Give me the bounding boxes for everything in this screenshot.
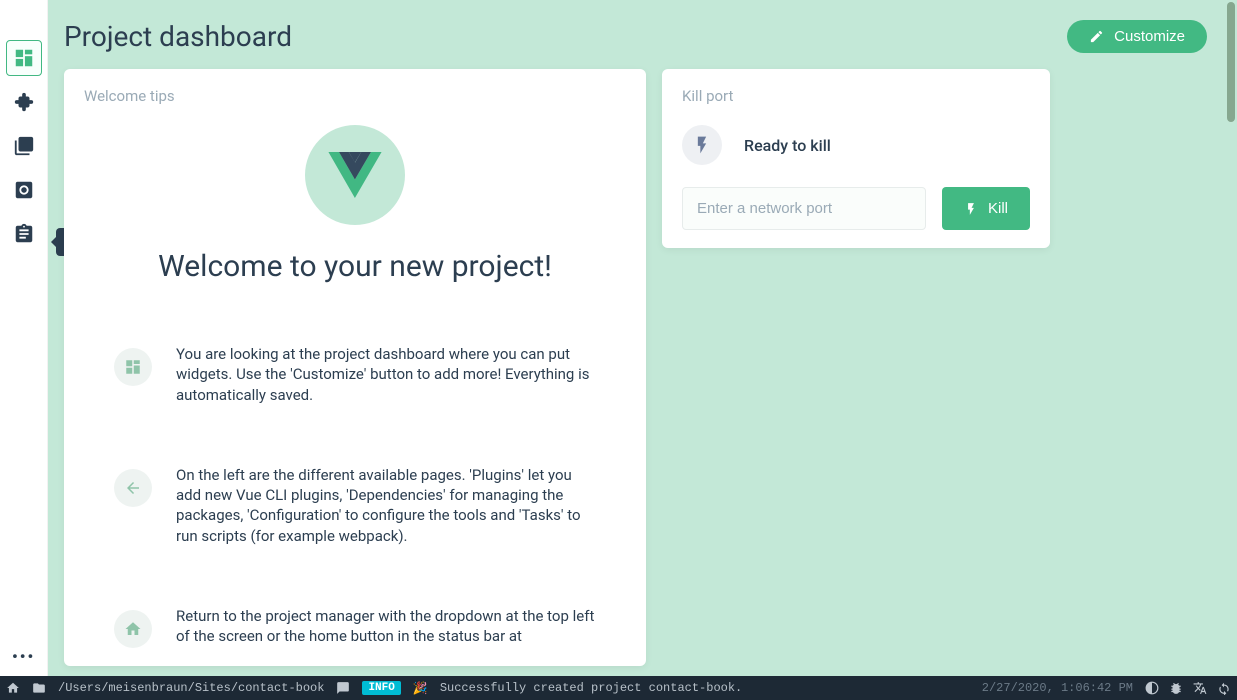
- customize-button[interactable]: Customize: [1067, 20, 1207, 53]
- welcome-hero: Welcome to your new project!: [84, 125, 626, 284]
- collections-icon: [13, 135, 35, 157]
- sidebar-item-dashboard[interactable]: [6, 40, 42, 76]
- kill-card-title: Kill port: [682, 87, 1030, 105]
- welcome-widget: Welcome tips Welcome to your new project…: [64, 69, 646, 666]
- widgets-area: Welcome tips Welcome to your new project…: [48, 69, 1237, 676]
- status-bar: /Users/meisenbraun/Sites/contact-book IN…: [0, 676, 1237, 700]
- sidebar-item-dependencies[interactable]: [6, 128, 42, 164]
- sidebar-item-plugins[interactable]: [6, 84, 42, 120]
- settings-icon: [13, 179, 35, 201]
- party-icon: 🎉: [413, 681, 428, 696]
- kill-port-widget: Kill port Ready to kill Kill: [662, 69, 1050, 248]
- refresh-icon[interactable]: [1217, 681, 1231, 695]
- translate-icon[interactable]: [1193, 681, 1207, 695]
- folder-icon[interactable]: [32, 681, 46, 695]
- tasks-icon: [13, 223, 35, 245]
- bolt-small-icon: [964, 202, 978, 216]
- log-icon[interactable]: [336, 681, 350, 695]
- page-title: Project dashboard: [64, 20, 292, 53]
- kill-row: Kill: [682, 187, 1030, 230]
- tip-row: You are looking at the project dashboard…: [84, 344, 626, 405]
- tip-text: You are looking at the project dashboard…: [176, 344, 596, 405]
- vue-logo-icon: [305, 125, 405, 225]
- home-tip-icon: [114, 610, 152, 648]
- home-icon[interactable]: [6, 681, 20, 695]
- sidebar-item-configuration[interactable]: [6, 172, 42, 208]
- main-content: Project dashboard Customize Welcome tips…: [48, 0, 1237, 676]
- welcome-card-title: Welcome tips: [84, 87, 626, 105]
- plugin-icon: [13, 91, 35, 113]
- customize-label: Customize: [1114, 28, 1185, 45]
- header: Project dashboard Customize: [48, 0, 1237, 69]
- kill-status-text: Ready to kill: [744, 136, 831, 155]
- kill-status: Ready to kill: [682, 125, 1030, 165]
- scrollbar-thumb[interactable]: [1227, 2, 1235, 122]
- bug-icon[interactable]: [1169, 681, 1183, 695]
- tip-row: On the left are the different available …: [84, 465, 626, 546]
- arrow-left-tip-icon: [114, 469, 152, 507]
- tip-text: Return to the project manager with the d…: [176, 606, 596, 647]
- kill-button-label: Kill: [988, 200, 1008, 217]
- status-message: Successfully created project contact-boo…: [440, 681, 742, 695]
- sidebar-item-tasks[interactable]: [6, 216, 42, 252]
- bolt-icon: [682, 125, 722, 165]
- tip-text: On the left are the different available …: [176, 465, 596, 546]
- status-path[interactable]: /Users/meisenbraun/Sites/contact-book: [58, 681, 324, 695]
- status-timestamp: 2/27/2020, 1:06:42 PM: [982, 681, 1133, 695]
- pencil-icon: [1089, 29, 1104, 44]
- tip-row: Return to the project manager with the d…: [84, 606, 626, 648]
- dashboard-icon: [13, 47, 35, 69]
- sidebar: •••: [0, 0, 48, 676]
- contrast-icon[interactable]: [1145, 681, 1159, 695]
- kill-button[interactable]: Kill: [942, 187, 1030, 230]
- dashboard-tip-icon: [114, 348, 152, 386]
- welcome-heading: Welcome to your new project!: [158, 249, 552, 284]
- status-badge: INFO: [362, 681, 400, 695]
- sidebar-more[interactable]: •••: [12, 647, 35, 666]
- port-input[interactable]: [682, 187, 926, 230]
